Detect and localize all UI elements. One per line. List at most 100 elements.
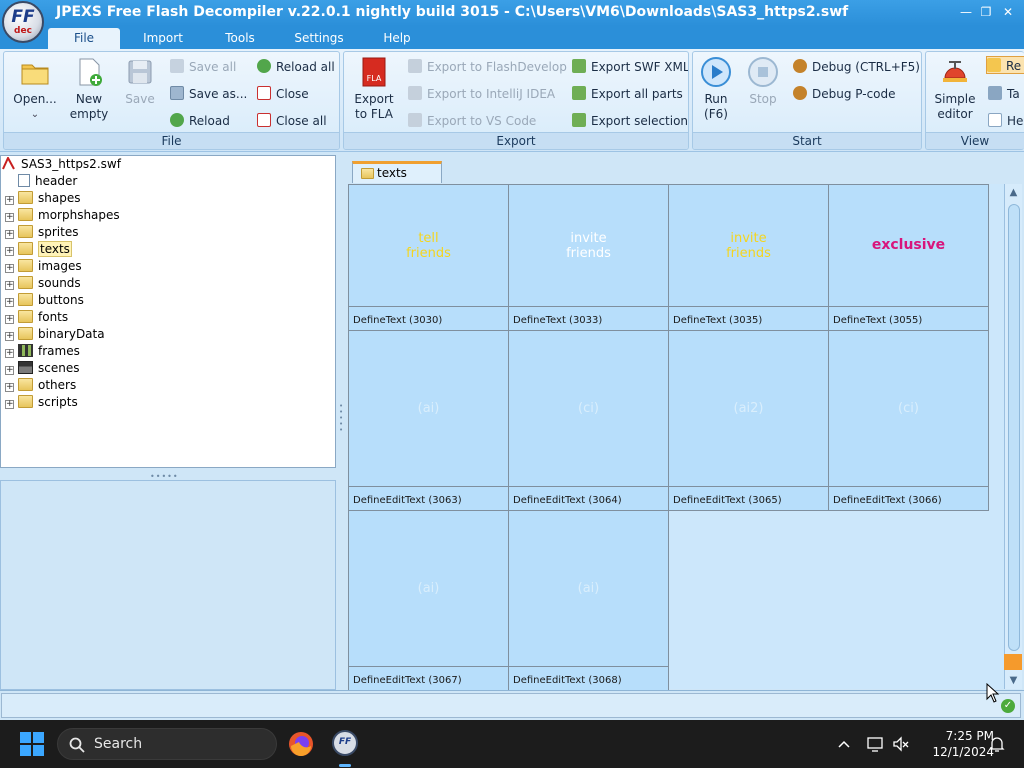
close-all-button[interactable]: Close all — [257, 112, 327, 130]
search-placeholder: Search — [94, 736, 143, 752]
expand-icon[interactable]: + — [5, 230, 14, 239]
text-preview-cell[interactable]: (ai) DefineEditText (3063) — [348, 330, 509, 511]
texts-tab-label: texts — [377, 166, 407, 180]
open-button[interactable]: Open... ⌄ — [10, 56, 60, 122]
expand-icon[interactable]: + — [5, 400, 14, 409]
tree-item-scenes[interactable]: + scenes — [5, 360, 79, 377]
expand-icon[interactable]: + — [5, 366, 14, 375]
tree-item-fonts[interactable]: + fonts — [5, 309, 68, 326]
tree-item-texts[interactable]: + texts — [5, 241, 72, 258]
export-intellij-button[interactable]: Export to IntelliJ IDEA — [408, 85, 555, 103]
debug-button[interactable]: Debug (CTRL+F5) — [793, 58, 920, 76]
text-preview-cell[interactable]: (ai2) DefineEditText (3065) — [668, 330, 829, 511]
reload-button[interactable]: Reload — [170, 112, 230, 130]
expand-icon[interactable]: + — [5, 247, 14, 256]
new-empty-button[interactable]: New empty — [64, 56, 114, 122]
folder-icon — [361, 168, 374, 179]
close-icon[interactable]: ✕ — [1000, 4, 1016, 20]
texts-tab[interactable]: texts — [352, 161, 442, 183]
tree-item-sounds[interactable]: + sounds — [5, 275, 81, 292]
vertical-scrollbar[interactable]: ▲ ▼ — [1004, 184, 1022, 689]
tree-item-images[interactable]: + images — [5, 258, 82, 275]
stop-button[interactable]: Stop — [743, 56, 783, 107]
chevron-down-icon[interactable]: ⌄ — [10, 107, 60, 122]
expand-icon[interactable]: + — [5, 196, 14, 205]
scroll-down-icon[interactable]: ▼ — [1005, 672, 1022, 689]
run-button[interactable]: Run (F6) — [697, 56, 735, 122]
tree-item-shapes[interactable]: + shapes — [5, 190, 80, 207]
export-selection-button[interactable]: Export selection — [572, 112, 688, 130]
firefox-icon[interactable] — [285, 728, 317, 760]
expand-icon[interactable]: + — [5, 264, 14, 273]
export-fla-button[interactable]: FLA Export to FLA — [350, 56, 398, 122]
view-resources-button[interactable]: Re — [986, 56, 1024, 74]
text-preview-cell[interactable]: (ai) DefineEditText (3068) — [508, 510, 669, 691]
close-button[interactable]: Close — [257, 85, 309, 103]
taskbar-search[interactable]: Search — [57, 728, 277, 760]
horizontal-splitter[interactable]: ••••• — [0, 468, 336, 481]
tab-help[interactable]: Help — [366, 28, 428, 49]
tree-item-scripts[interactable]: + scripts — [5, 394, 78, 411]
save-as-button[interactable]: Save as... — [170, 85, 247, 103]
search-icon — [69, 737, 85, 753]
tree-item-frames[interactable]: + frames — [5, 343, 80, 360]
scroll-up-icon[interactable]: ▲ — [1005, 184, 1022, 201]
cell-divider — [669, 306, 828, 307]
export-vscode-button[interactable]: Export to VS Code — [408, 112, 536, 130]
export-flashdevelop-button[interactable]: Export to FlashDevelop — [408, 58, 567, 76]
expand-icon[interactable]: + — [5, 332, 14, 341]
save-all-button[interactable]: Save all — [170, 58, 236, 76]
tree-item-sprites[interactable]: + sprites — [5, 224, 78, 241]
tree-root[interactable]: SAS3_https2.swf — [1, 156, 121, 173]
folder-icon — [18, 208, 33, 221]
view-tagtree-button[interactable]: Ta — [988, 85, 1020, 103]
expand-icon[interactable]: + — [5, 281, 14, 290]
expand-icon[interactable]: + — [5, 315, 14, 324]
tree-item-header[interactable]: header — [5, 173, 77, 190]
tab-settings[interactable]: Settings — [284, 28, 354, 49]
tree-item-morphshapes[interactable]: + morphshapes — [5, 207, 120, 224]
tab-import[interactable]: Import — [130, 28, 196, 49]
expand-icon[interactable]: + — [5, 383, 14, 392]
text-preview-cell[interactable]: tell friends DefineText (3030) — [348, 184, 509, 331]
tab-file[interactable]: File — [48, 28, 120, 49]
ffdec-taskbar-icon[interactable]: FF — [329, 728, 361, 767]
text-preview-cell[interactable]: invite friends DefineText (3035) — [668, 184, 829, 331]
expand-icon[interactable]: + — [5, 213, 14, 222]
clock[interactable]: 7:25 PM 12/1/2024 — [922, 728, 994, 760]
vertical-splitter[interactable]: • • • • • — [336, 155, 348, 690]
text-preview-cell[interactable]: invite friends DefineText (3033) — [508, 184, 669, 331]
reload-all-button[interactable]: Reload all — [257, 58, 335, 76]
export-all-parts-label: Export all parts — [591, 87, 683, 101]
text-preview-cell[interactable]: exclusive DefineText (3055) — [828, 184, 989, 331]
save-button[interactable]: Save — [116, 56, 164, 107]
app-logo[interactable]: FF dec — [2, 1, 44, 43]
export-swf-xml-button[interactable]: Export SWF XML — [572, 58, 688, 76]
tab-tools[interactable]: Tools — [208, 28, 272, 49]
debug-pcode-button[interactable]: Debug P-code — [793, 85, 896, 103]
tree-item-others[interactable]: + others — [5, 377, 76, 394]
text-preview-cell[interactable]: (ai) DefineEditText (3067) — [348, 510, 509, 691]
expand-icon[interactable]: + — [5, 298, 14, 307]
windows-start-icon[interactable] — [20, 732, 44, 756]
network-icon[interactable] — [866, 735, 884, 753]
restore-icon[interactable]: ❐ — [978, 4, 994, 20]
view-hex-button[interactable]: He — [988, 112, 1023, 130]
resource-tree[interactable]: SAS3_https2.swf header + shapes + morphshape… — [0, 155, 336, 468]
folder-icon — [18, 293, 33, 306]
tree-item-buttons[interactable]: + buttons — [5, 292, 84, 309]
simple-editor-button[interactable]: Simple editor — [930, 56, 980, 122]
text-preview-cell[interactable]: (ci) DefineEditText (3064) — [508, 330, 669, 511]
notification-bell-icon[interactable] — [988, 735, 1006, 753]
chevron-up-icon[interactable] — [836, 736, 852, 752]
volume-muted-icon[interactable] — [892, 735, 910, 753]
tree-item-binarydata[interactable]: + binaryData — [5, 326, 105, 343]
scrollbar-thumb[interactable] — [1008, 204, 1020, 651]
text-preview-cell[interactable]: (ci) DefineEditText (3066) — [828, 330, 989, 511]
export-all-parts-button[interactable]: Export all parts — [572, 85, 683, 103]
expand-icon[interactable]: + — [5, 349, 14, 358]
minimize-icon[interactable]: — — [958, 4, 974, 20]
preview-text: exclusive — [871, 237, 946, 253]
splitter-grip-vertical: • • • • • — [339, 402, 344, 434]
status-ok-icon[interactable]: ✓ — [1001, 699, 1015, 713]
